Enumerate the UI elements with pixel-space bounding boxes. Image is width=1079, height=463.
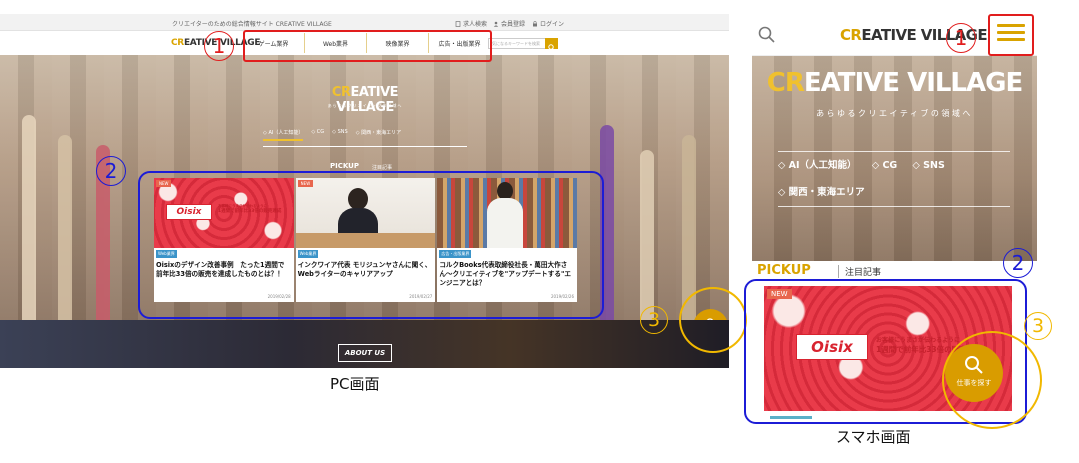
pickup-heading: PICKUP	[330, 162, 359, 170]
tag-kansai-tokai[interactable]: ◇ 関西・東海エリア	[778, 179, 865, 206]
register-link[interactable]: 会員登録	[493, 19, 525, 28]
sp-pickup-heading: PICKUP	[757, 263, 811, 278]
hero-logo-accent: CR	[766, 68, 805, 98]
register-label: 会員登録	[501, 21, 526, 28]
tag-label: AI（人工知能）	[788, 160, 857, 171]
annotation-number-1: 1	[204, 31, 234, 61]
search-icon[interactable]	[757, 25, 777, 45]
sp-hero-banner: CREATIVE VILLAGE あらゆるクリエイティブの領域へ ◇ AI（人工…	[752, 56, 1037, 261]
hero-tagline: あらゆるクリエイティブの領域へ	[327, 103, 403, 108]
tag-label: 関西・東海エリア	[361, 130, 402, 136]
search-icon	[548, 44, 555, 51]
login-label: ログイン	[540, 21, 565, 28]
job-search-label: 求人検索	[463, 21, 488, 28]
hero-logo: CREATIVE VILLAGE	[310, 85, 420, 115]
tag-sns[interactable]: ◇ SNS	[913, 152, 945, 179]
tag-ai[interactable]: ◇ AI（人工知能）	[778, 152, 857, 179]
tag-label: 関西・東海エリア	[788, 187, 865, 198]
sp-hero-tagline: あらゆるクリエイティブの領域へ	[816, 109, 973, 118]
tag-ai[interactable]: ◇ AI（人工知能）	[263, 129, 304, 141]
logo-accent: CR	[840, 26, 862, 44]
annotation-number-3: 3	[1024, 312, 1052, 340]
tag-label: AI（人工知能）	[268, 130, 304, 136]
sp-tag-list: ◇ AI（人工知能） ◇ CG ◇ SNS ◇ 関西・東海エリア	[778, 151, 1010, 207]
annotation-number-3: 3	[640, 306, 668, 334]
tag-list: ◇ AI（人工知能） ◇ CG ◇ SNS ◇ 関西・東海エリア	[263, 129, 467, 147]
tag-cg[interactable]: ◇ CG	[872, 152, 897, 179]
lock-icon	[533, 20, 537, 26]
pencil-decoration	[640, 150, 654, 320]
login-link[interactable]: ログイン	[532, 19, 564, 28]
tag-sns[interactable]: ◇ SNS	[332, 129, 348, 141]
search-button[interactable]	[545, 38, 558, 51]
tag-label: CG	[316, 129, 325, 135]
hero-logo-accent: CR	[331, 85, 351, 100]
about-section: ABOUT US	[0, 320, 729, 368]
annotation-ring-fab	[942, 331, 1042, 429]
tag-label: SNS	[337, 129, 348, 135]
pencil-decoration	[22, 115, 36, 320]
hero-logo-text: EATIVE VILLAGE	[803, 68, 1023, 98]
tag-label: SNS	[923, 160, 945, 171]
pencil-decoration	[58, 135, 72, 320]
annotation-number-2: 2	[96, 156, 126, 186]
about-us-button[interactable]: ABOUT US	[338, 344, 392, 362]
user-icon	[493, 21, 499, 27]
annotation-box-nav	[243, 30, 492, 62]
tag-label: CG	[882, 160, 898, 171]
annotation-number-2: 2	[1003, 248, 1033, 278]
tag-kansai-tokai[interactable]: ◇ 関西・東海エリア	[356, 129, 401, 141]
annotation-box-menu	[988, 14, 1034, 56]
sp-pickup-subheading: 注目記事	[838, 265, 881, 278]
annotation-ring-fab	[679, 287, 747, 353]
annotation-box-pickup	[138, 171, 604, 319]
tag-cg[interactable]: ◇ CG	[311, 129, 324, 141]
document-icon	[455, 20, 461, 27]
job-search-link[interactable]: 求人検索	[455, 19, 487, 28]
sp-hero-logo: CREATIVE VILLAGE	[752, 68, 1037, 98]
sp-caption: スマホ画面	[836, 428, 911, 446]
site-description: クリエイターのための総合情報サイト CREATIVE VILLAGE	[172, 21, 332, 28]
top-utility-bar: クリエイターのための総合情報サイト CREATIVE VILLAGE 求人検索 …	[0, 14, 729, 31]
pc-caption: PC画面	[330, 375, 380, 393]
logo-accent: CR	[171, 38, 184, 48]
pickup-subheading: 注目記事	[372, 165, 393, 171]
annotation-number-1: 1	[946, 23, 976, 53]
